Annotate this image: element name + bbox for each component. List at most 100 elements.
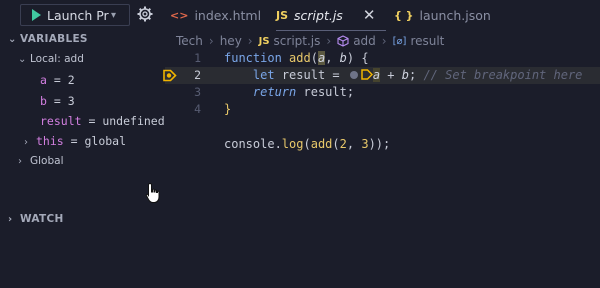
keyword: function (224, 51, 290, 65)
variable-value: 3 (67, 94, 75, 108)
close-icon[interactable]: ✕ (363, 6, 376, 24)
line-number[interactable]: 1 (165, 50, 201, 67)
variable-value: undefined (102, 114, 165, 128)
chevron-right-icon: › (381, 34, 387, 48)
code-fragment: console. (224, 137, 282, 151)
line-number[interactable]: 3 (165, 84, 201, 101)
chevron-down-icon[interactable]: ▾ (111, 10, 116, 21)
tab-label: index.html (194, 7, 262, 23)
line-number[interactable]: 2 (165, 67, 201, 84)
js-file-icon: JS (276, 8, 289, 22)
parameter: b (401, 68, 409, 82)
code-fragment: result; (296, 85, 355, 99)
code-text[interactable]: return result; (224, 84, 354, 101)
code-line: 1 function add(a, b) { (165, 50, 600, 67)
punctuation: ( (332, 137, 340, 151)
punctuation: , (346, 137, 362, 151)
equals-sign: = (63, 134, 85, 148)
code-editor: Tech › hey › JS script.js › add › [⌀] re… (163, 30, 600, 288)
variable-value: 2 (67, 73, 75, 87)
launch-config-select[interactable]: Launch Program ▾ (20, 4, 130, 26)
variables-section-header[interactable]: ⌄ VARIABLES (8, 33, 88, 45)
tab-label: launch.json (419, 7, 491, 23)
variable-name: b (40, 94, 47, 108)
local-scope-label: Local: add (30, 53, 84, 65)
punctuation: ( (303, 137, 311, 151)
variable-row[interactable]: b = 3 (40, 94, 75, 108)
tab-launch-json[interactable]: { } launch.json (394, 0, 491, 30)
chevron-down-icon[interactable]: ⌄ (8, 34, 20, 45)
breadcrumb-item[interactable]: result (410, 34, 444, 48)
html-file-icon: <> (170, 8, 189, 22)
chevron-right-icon: › (326, 34, 332, 48)
gear-icon[interactable] (137, 6, 153, 22)
equals-sign: = (46, 73, 68, 87)
equals-sign: = (81, 114, 103, 128)
number: 3 (361, 137, 369, 151)
code-text[interactable]: } (224, 101, 231, 118)
operator: + (380, 68, 402, 82)
keyword: return (252, 85, 297, 99)
variable-name: a (40, 73, 47, 87)
chevron-down-icon[interactable]: ⌄ (18, 54, 30, 65)
tab-script-js[interactable]: JS script.js ✕ (276, 0, 386, 31)
variable-icon: [⌀] (392, 35, 407, 47)
variable-row[interactable]: result = undefined (40, 114, 165, 128)
punctuation: ( (310, 51, 318, 65)
code-text[interactable]: console.log(add(2, 3)); (224, 136, 390, 153)
chevron-right-icon[interactable]: › (24, 137, 36, 148)
breadcrumb-item[interactable]: add (353, 34, 376, 48)
debug-side-panel: ⌄ VARIABLES ⌄ Local: add a = 2 b = 3 resu… (0, 30, 165, 288)
comment: // Set breakpoint here (416, 68, 583, 82)
global-scope-node[interactable]: › Global (18, 155, 64, 167)
watch-section-header[interactable]: › WATCH (8, 213, 64, 225)
tab-index-html[interactable]: <> index.html (170, 0, 261, 30)
code-line: 3 return result; (165, 84, 600, 101)
variables-header-label: VARIABLES (20, 33, 88, 45)
function-cube-icon (337, 35, 349, 47)
inline-breakpoint-dot-icon[interactable] (349, 70, 358, 79)
launch-config-label: Launch Program (47, 7, 109, 23)
chevron-right-icon: › (208, 34, 214, 48)
keyword: let (252, 68, 275, 82)
play-icon[interactable] (32, 9, 41, 21)
variable-name: result (40, 114, 82, 128)
breadcrumb-item[interactable]: script.js (274, 34, 321, 48)
js-file-icon: JS (258, 35, 270, 47)
variable-row-expandable[interactable]: › this = global (24, 134, 126, 148)
code-line-current: 2 let result = a + b; // Set breakpoint … (163, 67, 600, 84)
chevron-right-icon: › (247, 34, 253, 48)
local-scope-node[interactable]: ⌄ Local: add (18, 53, 84, 65)
breadcrumb-item[interactable]: hey (220, 34, 242, 48)
punctuation: , (325, 51, 340, 65)
function-name: log (281, 137, 304, 151)
equals-sign: = (46, 94, 68, 108)
code-fragment: result = (274, 68, 347, 82)
tab-label: script.js (294, 7, 343, 23)
inline-breakpoint-paused-icon[interactable] (361, 69, 373, 80)
json-file-icon: { } (394, 8, 414, 22)
chevron-right-icon[interactable]: › (18, 156, 30, 167)
top-bar: Launch Program ▾ <> index.html JS script… (0, 0, 600, 31)
variable-row[interactable]: a = 2 (40, 73, 75, 87)
hand-pointer-cursor-icon (145, 182, 160, 203)
variable-name: this (36, 134, 64, 148)
watch-header-label: WATCH (20, 213, 64, 225)
function-name: add (310, 137, 333, 151)
code-text[interactable]: let result = a + b; // Set breakpoint he… (224, 67, 582, 84)
parameter: b (339, 51, 347, 65)
punctuation: )); (368, 137, 391, 151)
parameter: a (372, 68, 381, 82)
code-text[interactable]: function add(a, b) { (224, 50, 369, 67)
number: 2 (339, 137, 347, 151)
breadcrumb-item[interactable]: Tech (176, 34, 203, 48)
global-scope-label: Global (30, 155, 64, 167)
chevron-right-icon[interactable]: › (8, 214, 20, 225)
line-number[interactable]: 4 (165, 101, 201, 118)
punctuation: ) { (346, 51, 369, 65)
code-line: 5 console.log(add(2, 3)); (165, 136, 600, 153)
breadcrumb: Tech › hey › JS script.js › add › [⌀] re… (176, 32, 444, 50)
function-name: add (289, 51, 311, 65)
